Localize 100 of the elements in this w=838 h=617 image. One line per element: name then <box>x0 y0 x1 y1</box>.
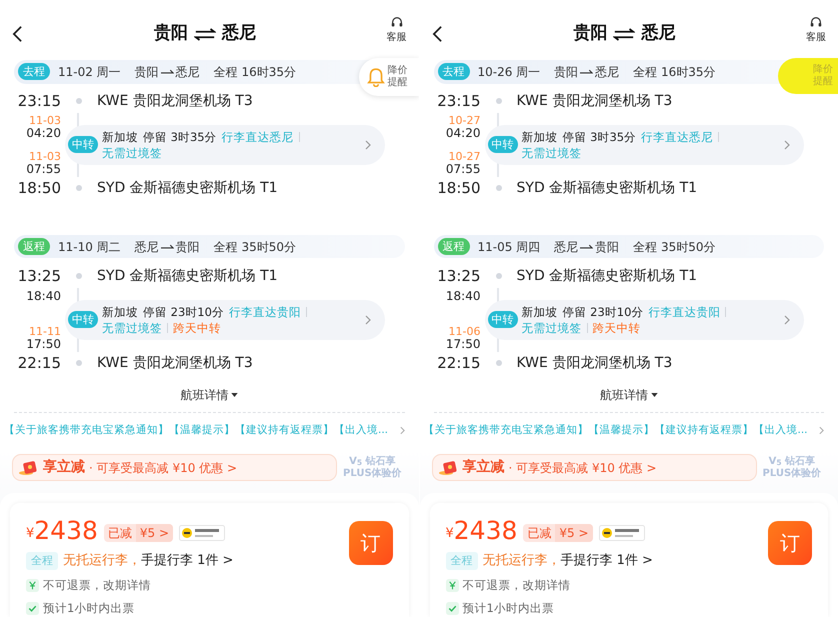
transfer-tag: 中转 <box>68 311 98 328</box>
transfer-note: 行李直达贵阳 <box>228 304 301 320</box>
transfer-note: 跨天中转 <box>173 320 221 336</box>
chevron-right-icon <box>364 140 370 150</box>
route-title: 贵阳 <box>573 22 608 46</box>
time-label: 07:55 <box>26 162 61 175</box>
price-alert-button[interactable]: 降价提醒 <box>358 58 418 96</box>
transfer-note: 无需过境签 <box>102 320 162 336</box>
fare-scope-tag: 全程 <box>26 552 58 570</box>
transfer-tag: 中转 <box>68 136 98 154</box>
chevron-right-icon <box>784 314 790 325</box>
leg-tag: 去程 <box>18 63 50 80</box>
airport-name: KWE 贵阳龙洞堡机场 T3 <box>97 354 253 373</box>
time-label: 04:20 <box>26 126 61 139</box>
carry-on-baggage-link[interactable]: 手提行李 1件 > <box>560 551 653 571</box>
flight-details-link[interactable]: 航班详情 <box>180 382 238 406</box>
chevron-right-icon <box>819 426 824 436</box>
time-label: 18:40 <box>26 290 61 302</box>
airline-logo-icon <box>598 525 645 542</box>
bell-icon <box>366 67 384 87</box>
caret-down-icon <box>650 392 658 396</box>
leg-date: 11-10 周二 <box>58 238 121 256</box>
chevron-right-icon <box>400 426 404 436</box>
plus-badge-text: V$_{5}$ 钻石享 <box>349 456 396 468</box>
transfer-note: 无需过境签 <box>522 320 582 336</box>
departure-date: 11-11 <box>29 326 61 338</box>
envelope-icon <box>19 460 39 476</box>
leg-duration: 全程 16时35分 <box>214 64 296 81</box>
flight-details-link[interactable]: 航班详情 <box>600 382 658 406</box>
airport-name: SYD 金斯福德史密斯机场 T1 <box>97 178 278 198</box>
time-label: 17:50 <box>446 338 480 350</box>
airport-name: SYD 金斯福德史密斯机场 T1 <box>97 266 278 286</box>
route-title: 悉尼 <box>641 22 676 46</box>
leg-origin: 贵阳 <box>554 64 578 81</box>
policy-text: 不可退票，改期详情 <box>462 576 570 594</box>
currency-symbol: ¥ <box>26 524 34 543</box>
airport-name: KWE 贵阳龙洞堡机场 T3 <box>516 354 672 373</box>
time-label: 18:40 <box>446 290 480 302</box>
promo-title: 享立减 <box>43 458 85 478</box>
transfer-city: 新加坡 <box>102 304 138 320</box>
airline-logo-icon <box>179 525 226 542</box>
departure-date: 11-03 <box>29 150 61 163</box>
time-label: 22:15 <box>436 352 480 374</box>
back-icon[interactable] <box>432 25 442 44</box>
transfer-note: 无需过境签 <box>102 144 162 161</box>
leg-tag: 返程 <box>438 238 470 256</box>
airport-name: KWE 贵阳龙洞堡机场 T3 <box>97 92 253 111</box>
promo-text: · 可享受最高减 ¥10 优惠 > <box>89 460 238 477</box>
departure-date: 11-06 <box>448 326 480 338</box>
time-label: 18:50 <box>436 178 480 200</box>
swap-icon <box>613 28 636 41</box>
transfer-info-button[interactable]: 中转 新加坡 停留 23时10分 行李直达贵阳 无需过境签 跨天中转 <box>65 300 384 340</box>
time-label: 17:50 <box>26 338 61 350</box>
time-label: 13:25 <box>436 266 480 287</box>
departure-date: 10-27 <box>448 150 480 163</box>
swap-icon <box>194 28 216 41</box>
fare-scope-tag: 全程 <box>446 552 478 570</box>
transfer-info-button[interactable]: 中转 新加坡 停留 3时35分 行李直达悉尼 无需过境签 <box>484 124 804 165</box>
time-label: 07:55 <box>446 162 480 175</box>
transfer-note: 无需过境签 <box>522 144 582 161</box>
carry-on-baggage-link[interactable]: 手提行李 1件 > <box>141 551 234 571</box>
price-amount: 2438 <box>454 517 518 546</box>
transfer-note: 跨天中转 <box>592 320 640 336</box>
promo-text: · 可享受最高减 ¥10 优惠 > <box>508 460 657 477</box>
layover-duration: 停留 3时35分 <box>143 128 217 145</box>
plus-price-label: PLUS体验价 <box>343 468 402 480</box>
airport-name: KWE 贵阳龙洞堡机场 T3 <box>516 92 672 111</box>
layover-duration: 停留 23时10分 <box>143 304 224 320</box>
leg-tag: 去程 <box>438 63 470 80</box>
layover-duration: 停留 23时10分 <box>562 304 644 320</box>
envelope-icon <box>438 460 458 476</box>
currency-symbol: ¥ <box>446 524 454 543</box>
airport-name: SYD 金斯福德史密斯机场 T1 <box>516 178 698 198</box>
transfer-info-button[interactable]: 中转 新加坡 停留 3时35分 行李直达悉尼 无需过境签 <box>65 124 384 165</box>
transfer-tag: 中转 <box>488 311 518 328</box>
leg-duration: 全程 16时35分 <box>633 64 716 81</box>
transfer-tag: 中转 <box>488 136 518 154</box>
leg-origin: 悉尼 <box>134 238 159 256</box>
arrival-date: 11-03 <box>29 114 61 127</box>
leg-origin: 悉尼 <box>554 238 578 256</box>
transfer-info-button[interactable]: 中转 新加坡 停留 23时10分 行李直达贵阳 无需过境签 跨天中转 <box>484 300 804 340</box>
leg-tag: 返程 <box>18 238 50 256</box>
leg-date: 11-05 周四 <box>478 238 540 256</box>
back-icon[interactable] <box>12 25 23 44</box>
airport-name: SYD 金斯福德史密斯机场 T1 <box>516 266 698 286</box>
time-label: 23:15 <box>436 90 480 112</box>
policy-text: 预计1小时内出票 <box>462 600 554 617</box>
customer-service-button[interactable]: 客服 <box>386 16 406 45</box>
leg-origin: 贵阳 <box>134 64 159 81</box>
transfer-city: 新加坡 <box>102 128 138 145</box>
customer-service-button[interactable]: 客服 <box>806 16 826 45</box>
price-amount: 2438 <box>34 517 98 546</box>
leg-destination: 贵阳 <box>595 238 620 256</box>
transfer-city: 新加坡 <box>522 304 558 320</box>
time-label: 22:15 <box>16 352 61 374</box>
leg-date: 10-26 周一 <box>478 64 540 81</box>
route-title: 悉尼 <box>222 22 256 46</box>
time-label: 18:50 <box>16 178 61 200</box>
leg-duration: 全程 35时50分 <box>214 238 296 256</box>
transfer-note: 行李直达贵阳 <box>648 304 720 320</box>
